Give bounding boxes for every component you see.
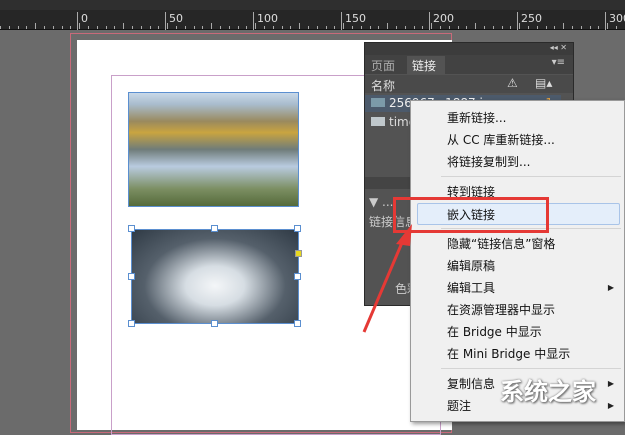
red-arrow bbox=[362, 224, 412, 333]
watermark: 系统之家 bbox=[500, 378, 596, 406]
